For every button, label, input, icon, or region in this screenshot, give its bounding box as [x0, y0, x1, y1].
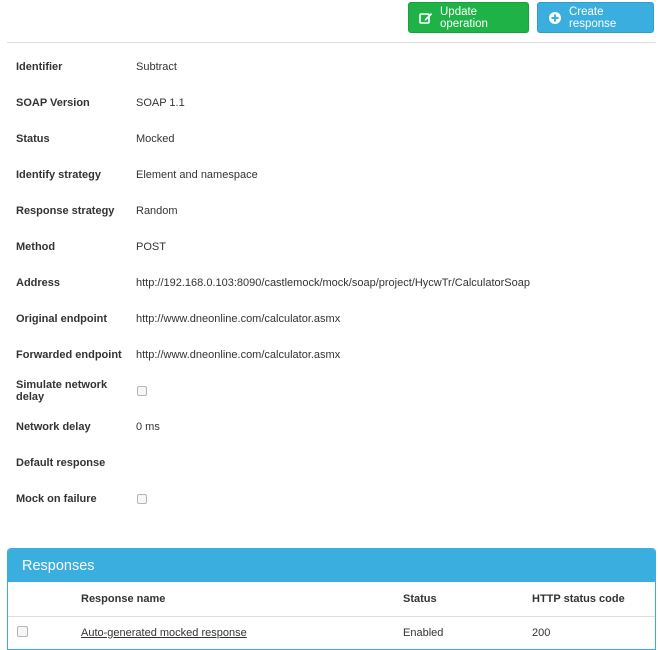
- property-label: Forwarded endpoint: [16, 349, 122, 361]
- property-network-delay: Network delay 0 ms: [7, 409, 656, 445]
- column-header-status: Status: [403, 593, 437, 605]
- header-divider: [7, 42, 656, 43]
- property-value: Subtract: [136, 61, 177, 73]
- property-label: Simulate network delay: [16, 379, 108, 403]
- create-response-label: Create response: [569, 5, 617, 30]
- property-simulate-network-delay: Simulate network delay: [7, 373, 656, 409]
- plus-circle-icon: [548, 11, 562, 25]
- property-label: Response strategy: [16, 205, 115, 217]
- property-value: Mocked: [136, 133, 175, 145]
- property-value: POST: [136, 241, 166, 253]
- property-forwarded-endpoint: Forwarded endpoint http://www.dneonline.…: [7, 337, 656, 373]
- create-response-button[interactable]: Create response: [537, 2, 654, 33]
- property-label: Identify strategy: [16, 169, 101, 181]
- property-label: Identifier: [16, 61, 63, 73]
- property-soap-version: SOAP Version SOAP 1.1: [7, 85, 656, 121]
- property-default-response: Default response: [7, 445, 656, 481]
- property-mock-on-failure: Mock on failure: [7, 481, 656, 517]
- response-name-link[interactable]: Auto-generated mocked response: [81, 627, 247, 639]
- row-select-checkbox[interactable]: [17, 625, 28, 637]
- column-header-response-name: Response name: [81, 593, 166, 605]
- responses-table-header: Response name Status HTTP status code: [8, 582, 655, 617]
- property-address: Address http://192.168.0.103:8090/castle…: [7, 265, 656, 301]
- property-value: http://www.dneonline.com/calculator.asmx: [136, 349, 341, 361]
- property-original-endpoint: Original endpoint http://www.dneonline.c…: [7, 301, 656, 337]
- property-value: http://192.168.0.103:8090/castlemock/moc…: [136, 277, 530, 289]
- toolbar: Update operation Create response: [408, 2, 654, 34]
- property-label: Mock on failure: [16, 493, 97, 505]
- responses-panel: Responses Response name Status HTTP stat…: [7, 548, 656, 650]
- property-value: 0 ms: [136, 421, 160, 433]
- operation-properties: Identifier Subtract SOAP Version SOAP 1.…: [7, 49, 656, 517]
- column-header-http-status-code: HTTP status code: [532, 593, 625, 605]
- property-label: SOAP Version: [16, 97, 90, 109]
- update-operation-label: Update operation: [440, 5, 488, 30]
- responses-panel-title: Responses: [8, 549, 655, 582]
- property-value: Random: [136, 205, 178, 217]
- property-identifier: Identifier Subtract: [7, 49, 656, 85]
- property-label: Default response: [16, 457, 106, 469]
- property-label: Original endpoint: [16, 313, 108, 325]
- edit-icon: [419, 11, 433, 25]
- mock-on-failure-checkbox[interactable]: [137, 494, 147, 504]
- property-identify-strategy: Identify strategy Element and namespace: [7, 157, 656, 193]
- property-label: Status: [16, 133, 50, 145]
- response-http-status-code: 200: [532, 626, 551, 639]
- property-value: http://www.dneonline.com/calculator.asmx: [136, 313, 341, 325]
- simulate-network-delay-checkbox[interactable]: [137, 386, 147, 396]
- property-value: Element and namespace: [136, 169, 258, 181]
- property-response-strategy: Response strategy Random: [7, 193, 656, 229]
- property-value: SOAP 1.1: [136, 97, 185, 109]
- property-label: Address: [16, 277, 61, 289]
- response-status: Enabled: [403, 626, 444, 639]
- property-status: Status Mocked: [7, 121, 656, 157]
- property-method: Method POST: [7, 229, 656, 265]
- property-label: Network delay: [16, 421, 91, 433]
- property-label: Method: [16, 241, 56, 253]
- update-operation-button[interactable]: Update operation: [408, 2, 529, 33]
- table-row: Auto-generated mocked response Enabled 2…: [8, 617, 655, 648]
